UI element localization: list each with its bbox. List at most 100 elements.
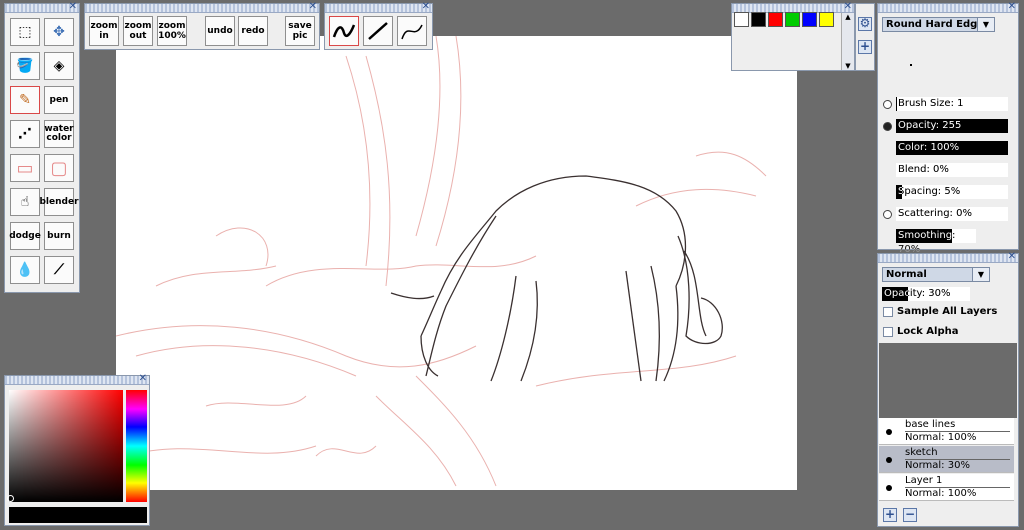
close-icon[interactable]: ✕ bbox=[1008, 1, 1016, 13]
blend-slider[interactable]: Blend: 0% bbox=[896, 163, 1008, 177]
layer-row[interactable]: base lines Normal: 100% bbox=[879, 418, 1014, 445]
palette-add-button[interactable]: + bbox=[858, 40, 872, 54]
close-icon[interactable]: ✕ bbox=[422, 1, 430, 13]
scattering-radio[interactable] bbox=[883, 210, 892, 219]
zoom-out-button[interactable]: zoom out bbox=[123, 16, 153, 46]
close-icon[interactable]: ✕ bbox=[69, 1, 77, 13]
eyedropper-icon: ⟋ bbox=[54, 261, 64, 278]
stroke-toolbar-titlebar[interactable]: ✕ bbox=[325, 1, 432, 13]
layer-mode: Normal: 30% bbox=[905, 459, 1010, 471]
scattering-slider[interactable]: Scattering: 0% bbox=[896, 207, 1008, 221]
fill-pattern-icon: ◈ bbox=[53, 57, 65, 74]
redo-button[interactable]: redo bbox=[238, 16, 268, 46]
layer-visibility-icon[interactable] bbox=[886, 457, 892, 463]
fill-tool-button[interactable]: 🪣 bbox=[10, 52, 40, 80]
zoom-100-button[interactable]: zoom 100% bbox=[157, 16, 187, 46]
color-slider[interactable]: Color: 100% bbox=[896, 141, 1008, 155]
opacity-radio[interactable] bbox=[883, 122, 892, 131]
palette-side-buttons: ⚙ + bbox=[855, 3, 875, 71]
airbrush-icon: ⋰ bbox=[18, 125, 32, 142]
layer-opacity-label: Opacity: 30% bbox=[884, 288, 951, 299]
brush-panel: ✕ Round Hard Edge ▼ Brush Size: 1 Opacit… bbox=[877, 1, 1019, 255]
layers-panel-titlebar[interactable]: ✕ bbox=[878, 251, 1018, 263]
curve-stroke-icon bbox=[401, 24, 423, 40]
scroll-up-icon[interactable]: ▲ bbox=[842, 13, 854, 21]
close-icon[interactable]: ✕ bbox=[844, 1, 852, 13]
saturation-value-square[interactable] bbox=[7, 390, 123, 502]
opacity-label: Opacity: 255 bbox=[898, 120, 962, 131]
watercolor-tool-label: water color bbox=[44, 124, 74, 143]
smudge-tool-button[interactable]: ☝ bbox=[10, 188, 40, 216]
close-icon[interactable]: ✕ bbox=[1008, 251, 1016, 263]
layer-opacity-slider[interactable]: Opacity: 30% bbox=[882, 287, 970, 301]
picker-cursor[interactable] bbox=[7, 495, 14, 502]
drawing-canvas[interactable] bbox=[115, 35, 797, 490]
fill-pattern-tool-button[interactable]: ◈ bbox=[44, 52, 74, 80]
blur-tool-button[interactable]: 💧 bbox=[10, 256, 40, 284]
palette-panel: ✕ ▲ ▼ bbox=[731, 1, 855, 71]
opacity-slider[interactable]: Opacity: 255 bbox=[896, 119, 1008, 133]
eyedropper-tool-button[interactable]: ⟋ bbox=[44, 256, 74, 284]
close-icon[interactable]: ✕ bbox=[139, 373, 147, 385]
layer-list-empty-area bbox=[879, 343, 1017, 418]
add-layer-button[interactable]: + bbox=[883, 508, 897, 522]
save-pic-button[interactable]: save pic bbox=[285, 16, 315, 46]
burn-tool-button[interactable]: burn bbox=[44, 222, 74, 250]
lock-alpha-label: Lock Alpha bbox=[897, 326, 959, 337]
palette-scrollbar[interactable]: ▲ ▼ bbox=[841, 13, 854, 70]
color-swatch[interactable] bbox=[768, 12, 783, 27]
move-tool-button[interactable]: ✥ bbox=[44, 18, 74, 46]
color-swatch[interactable] bbox=[819, 12, 834, 27]
freehand-stroke-button[interactable] bbox=[329, 16, 359, 46]
dodge-tool-button[interactable]: dodge bbox=[9, 222, 41, 250]
delete-layer-button[interactable]: − bbox=[903, 508, 917, 522]
tool-panel-titlebar[interactable]: ✕ bbox=[5, 1, 79, 13]
blender-tool-button[interactable]: blender bbox=[39, 188, 79, 216]
pen-tool-button[interactable]: pen bbox=[44, 86, 74, 114]
view-toolbar-titlebar[interactable]: ✕ bbox=[85, 1, 319, 13]
undo-button[interactable]: undo bbox=[205, 16, 235, 46]
color-swatch[interactable] bbox=[751, 12, 766, 27]
layer-visibility-icon[interactable] bbox=[886, 485, 892, 491]
color-swatch[interactable] bbox=[802, 12, 817, 27]
spacing-label: Spacing: 5% bbox=[898, 186, 961, 197]
freehand-stroke-icon bbox=[332, 24, 356, 38]
brush-panel-titlebar[interactable]: ✕ bbox=[878, 1, 1018, 13]
color-picker-titlebar[interactable]: ✕ bbox=[5, 373, 149, 385]
airbrush-tool-button[interactable]: ⋰ bbox=[10, 120, 40, 148]
color-swatch[interactable] bbox=[785, 12, 800, 27]
blur-icon: 💧 bbox=[16, 261, 34, 278]
layer-name: Layer 1 bbox=[905, 475, 943, 486]
watercolor-tool-button[interactable]: water color bbox=[44, 120, 74, 148]
workspace-margin bbox=[150, 490, 877, 530]
smoothing-slider[interactable]: Smoothing: 70% bbox=[896, 229, 976, 255]
brush-size-radio[interactable] bbox=[883, 100, 892, 109]
layer-row[interactable]: sketch Normal: 30% bbox=[879, 446, 1014, 473]
color-picker-panel: ✕ bbox=[4, 373, 150, 526]
select-tool-button[interactable]: ⬚ bbox=[10, 18, 40, 46]
blend-label: Blend: 0% bbox=[898, 164, 949, 175]
spacing-slider[interactable]: Spacing: 5% bbox=[896, 185, 1008, 199]
sample-all-layers-checkbox[interactable] bbox=[883, 307, 893, 317]
close-icon[interactable]: ✕ bbox=[309, 1, 317, 13]
curve-stroke-button[interactable] bbox=[397, 16, 427, 46]
palette-settings-button[interactable]: ⚙ bbox=[858, 17, 872, 31]
fill-icon: 🪣 bbox=[16, 57, 34, 74]
line-stroke-button[interactable] bbox=[363, 16, 393, 46]
zoom-in-button[interactable]: zoom in bbox=[89, 16, 119, 46]
blend-mode-dropdown[interactable]: Normal ▼ bbox=[882, 267, 990, 282]
eraser-tool-button[interactable]: ▭ bbox=[10, 154, 40, 182]
layer-visibility-icon[interactable] bbox=[886, 429, 892, 435]
scroll-down-icon[interactable]: ▼ bbox=[842, 62, 854, 70]
brush-preset-dropdown[interactable]: Round Hard Edge ▼ bbox=[882, 17, 995, 32]
layer-row[interactable]: Layer 1 Normal: 100% bbox=[879, 474, 1014, 501]
blend-mode-value: Normal bbox=[886, 269, 927, 280]
color-swatch[interactable] bbox=[734, 12, 749, 27]
canvas-artwork bbox=[115, 35, 767, 487]
select-icon: ⬚ bbox=[18, 23, 32, 40]
hue-slider[interactable] bbox=[126, 390, 147, 502]
soft-eraser-tool-button[interactable]: ▢ bbox=[44, 154, 74, 182]
pencil-tool-button[interactable]: ✎ bbox=[10, 86, 40, 114]
lock-alpha-checkbox[interactable] bbox=[883, 327, 893, 337]
brush-size-slider[interactable]: Brush Size: 1 bbox=[896, 97, 1008, 111]
